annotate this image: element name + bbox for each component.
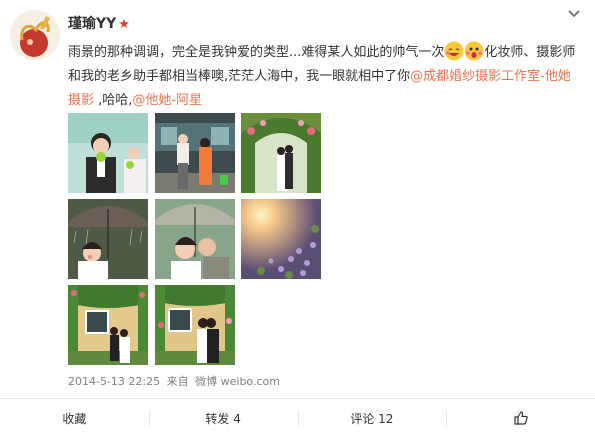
photo-3[interactable]: [241, 113, 321, 193]
post-text-part3: ,哈哈,: [94, 93, 133, 108]
action-bar: 收藏 转发 4 评论 12: [0, 399, 595, 437]
username-text[interactable]: 瑾瑜YY: [68, 16, 116, 32]
favorite-label: 收藏: [62, 411, 87, 426]
post-text-part1: 雨景的那种调调，完全是我钟爱的类型...难得某人如此的帅气一次: [68, 45, 445, 60]
comment-button[interactable]: 评论 12: [297, 399, 447, 437]
chevron-down-icon[interactable]: [567, 8, 581, 20]
photo-7[interactable]: [68, 285, 148, 365]
photo-5[interactable]: [155, 199, 235, 279]
comment-label: 评论 12: [350, 411, 394, 426]
photo-6[interactable]: [241, 199, 321, 279]
photo-1[interactable]: [68, 113, 148, 193]
laughing-emoji-icon: [444, 41, 464, 61]
star-icon: ★: [118, 17, 130, 32]
thumbs-up-icon: [514, 411, 528, 425]
favorite-button[interactable]: 收藏: [0, 399, 149, 437]
repost-button[interactable]: 转发 4: [148, 399, 298, 437]
photo-4[interactable]: [68, 199, 148, 279]
post-timestamp[interactable]: 2014-5-13 22:25: [68, 375, 160, 388]
post-text: 雨景的那种调调，完全是我钟爱的类型...难得某人如此的帅气一次 化妆师、摄影师和我…: [68, 41, 578, 113]
avatar[interactable]: [10, 10, 60, 60]
username[interactable]: 瑾瑜YY ★: [68, 13, 130, 33]
photo-8[interactable]: [155, 285, 235, 365]
post-meta: 2014-5-13 22:25 来自 微博 weibo.com: [68, 373, 283, 389]
mention-axing-link[interactable]: @他她-阿星: [132, 93, 202, 108]
surprised-emoji-icon: [464, 41, 484, 61]
repost-label: 转发 4: [205, 411, 241, 426]
like-button[interactable]: [446, 399, 595, 437]
source-link[interactable]: 微博 weibo.com: [195, 375, 280, 388]
photo-2[interactable]: [155, 113, 235, 193]
source-prefix: 来自: [166, 375, 189, 388]
